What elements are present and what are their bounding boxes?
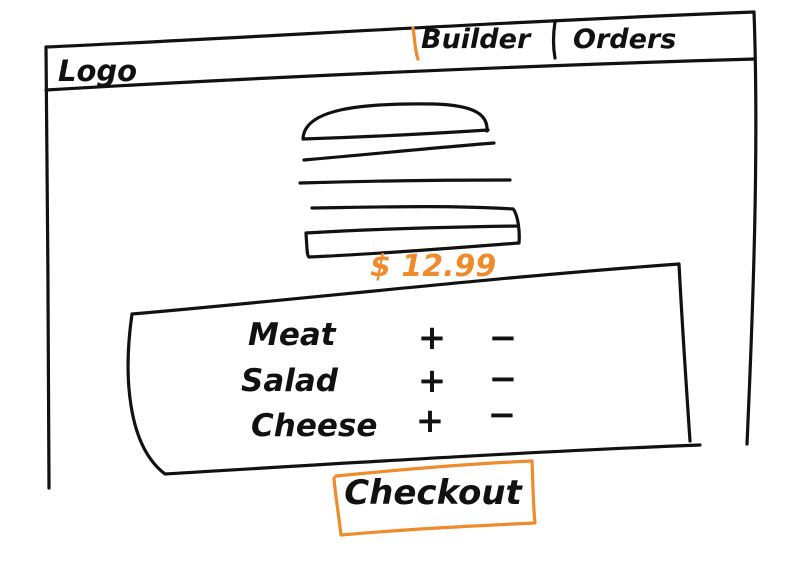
nav-tab-orders[interactable]: Orders: [573, 24, 676, 55]
burger-layer-3: [310, 205, 515, 211]
burger-top-bun: [301, 102, 490, 141]
burger-layer-1: [302, 141, 496, 162]
add-meat-button[interactable]: +: [413, 319, 451, 357]
burger-price: $ 12.99: [370, 249, 497, 284]
remove-meat-button[interactable]: −: [484, 319, 522, 357]
add-salad-button[interactable]: +: [413, 362, 451, 400]
add-cheese-button[interactable]: +: [411, 402, 449, 440]
app-logo: Logo: [58, 54, 138, 88]
nav-tab-builder[interactable]: Builder: [421, 24, 530, 55]
remove-cheese-button[interactable]: −: [483, 396, 521, 434]
remove-salad-button[interactable]: −: [484, 360, 522, 398]
header-separator: [551, 20, 557, 60]
checkout-button[interactable]: Checkout: [337, 466, 529, 521]
ingredient-label-cheese: Cheese: [251, 408, 378, 444]
active-tab-marker: [411, 26, 420, 61]
ingredient-label-salad: Salad: [241, 363, 338, 399]
burger-layer-2: [298, 178, 512, 185]
ingredient-label-meat: Meat: [248, 317, 336, 353]
header-divider: [44, 57, 757, 92]
